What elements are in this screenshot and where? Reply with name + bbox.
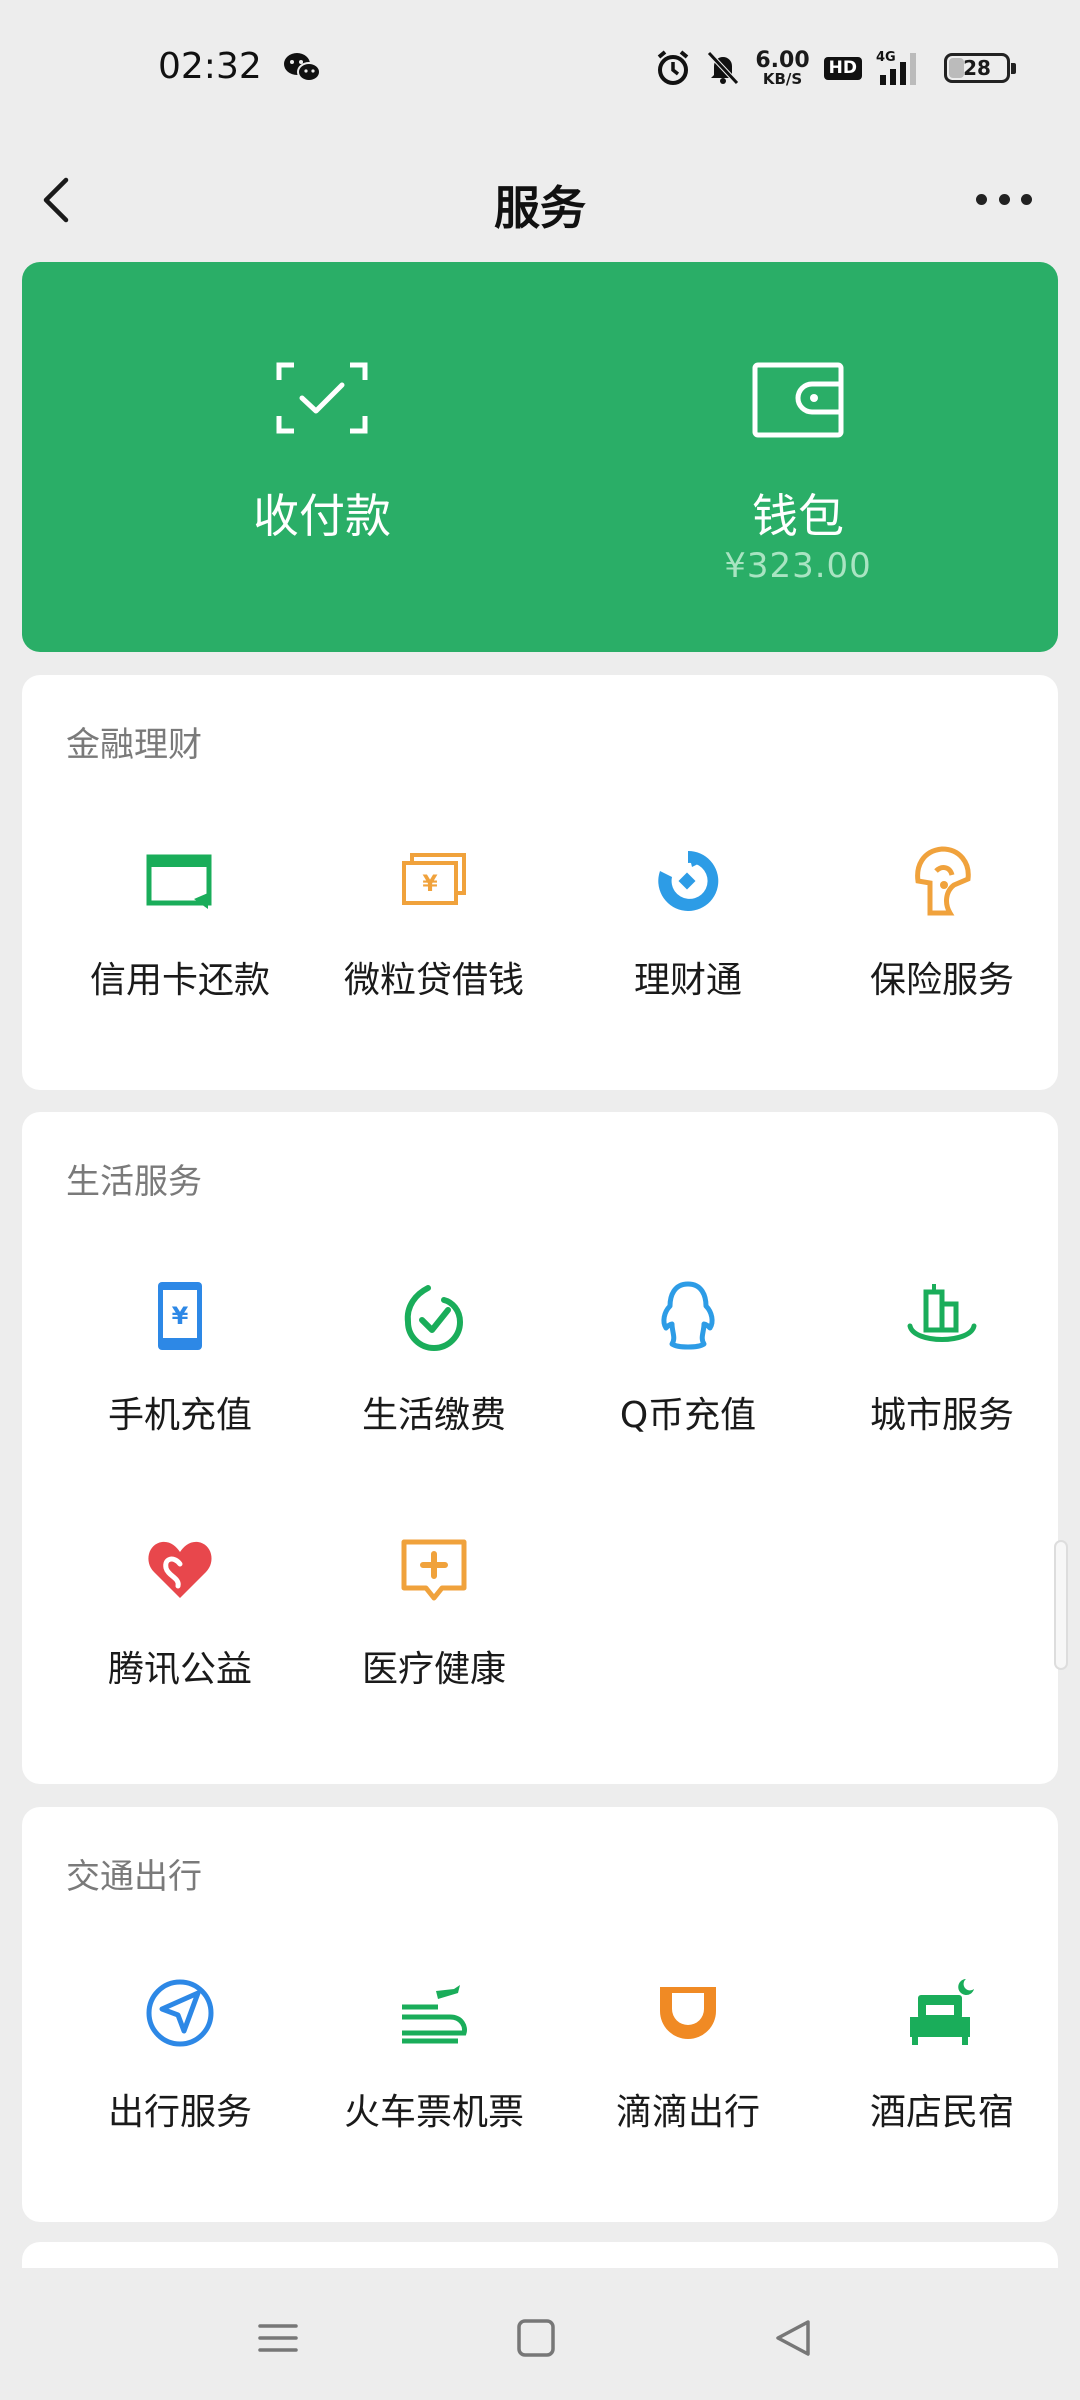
charity-heart-icon: [148, 1541, 212, 1598]
speed-value: 6.00: [755, 47, 810, 73]
city-service-item[interactable]: 城市服务: [815, 1280, 1069, 1450]
speed-unit: KB/S: [762, 69, 803, 88]
dot: [1021, 193, 1032, 205]
item-label: 手机充值: [107, 1395, 252, 1436]
svg-text:¥: ¥: [172, 1302, 189, 1330]
dot: [998, 193, 1010, 205]
receive-pay-label: 收付款: [253, 489, 391, 543]
qq-coin-icon: [661, 1281, 715, 1350]
item-label: 微粒贷借钱: [343, 960, 524, 1001]
city-service-icon: [907, 1284, 977, 1342]
life-section: 生活服务 ¥ 手机充值 生活缴费 Q币充值 城市服务 腾讯公益 医疗健康: [22, 1112, 1058, 1784]
travel-service-item[interactable]: 出行服务: [53, 1977, 307, 2147]
finance-section: 金融理财 信用卡还款 ¥ 微粒贷借钱 理财通 保险服务: [22, 675, 1058, 1090]
medical-icon: [401, 1539, 467, 1601]
item-label: 出行服务: [107, 2092, 252, 2133]
hotel-bed-icon: [910, 1979, 974, 2045]
item-label: 滴滴出行: [615, 2092, 760, 2133]
medical-health-item[interactable]: 医疗健康: [307, 1534, 561, 1704]
receive-pay-button[interactable]: 收付款: [172, 262, 472, 652]
item-label: 火车票机票: [343, 2092, 524, 2133]
mute-bell-icon: [707, 51, 740, 85]
train-plane-icon: [402, 1985, 467, 2044]
svg-text:¥: ¥: [422, 872, 438, 897]
network-type: 4G: [876, 50, 896, 65]
licaitong-item[interactable]: 理财通: [561, 845, 815, 1015]
back-triangle-icon[interactable]: [764, 2308, 824, 2368]
alarm-icon: [658, 50, 689, 85]
utility-payment-icon: [404, 1285, 464, 1351]
scrollbar[interactable]: [1054, 1540, 1068, 1670]
scan-check-icon: [276, 362, 368, 434]
network-speed: 6.00 KB/S: [755, 47, 810, 88]
item-label: 医疗健康: [361, 1649, 506, 1690]
credit-card-repay-item[interactable]: 信用卡还款: [53, 845, 307, 1015]
hotel-item[interactable]: 酒店民宿: [815, 1977, 1069, 2147]
credit-card-icon: [146, 854, 212, 909]
phone-recharge-icon: ¥: [158, 1282, 202, 1350]
wealth-icon: [658, 850, 719, 911]
wallet-balance: ¥323.00: [724, 546, 872, 586]
phone-recharge-item[interactable]: ¥ 手机充值: [53, 1280, 307, 1450]
travel-navigation-icon: [146, 1979, 214, 2047]
menu-icon[interactable]: [248, 2308, 308, 2368]
qq-coin-item[interactable]: Q币充值: [561, 1280, 815, 1450]
didi-icon: [660, 1987, 716, 2039]
insurance-icon: [915, 846, 971, 916]
item-label: 腾讯公益: [107, 1649, 252, 1690]
loan-icon: ¥: [402, 853, 466, 905]
item-label: 生活缴费: [361, 1395, 506, 1436]
status-time: 02:32: [158, 46, 262, 87]
insurance-item[interactable]: 保险服务: [815, 845, 1069, 1015]
dot: [976, 193, 987, 205]
wallet-icon: [752, 362, 844, 438]
item-label: 信用卡还款: [89, 960, 270, 1001]
hd-badge: HD: [823, 56, 862, 80]
utility-payment-item[interactable]: 生活缴费: [307, 1280, 561, 1450]
item-label: 酒店民宿: [869, 2092, 1014, 2133]
system-nav-bar: [0, 2268, 1080, 2400]
page-title: 服务: [494, 181, 586, 235]
battery-level: 28: [963, 56, 991, 80]
home-icon[interactable]: [506, 2308, 566, 2368]
battery-icon: 28: [944, 53, 1016, 83]
weilidai-loan-item[interactable]: ¥ 微粒贷借钱: [307, 845, 561, 1015]
item-label: Q币充值: [619, 1395, 757, 1436]
item-label: 城市服务: [869, 1395, 1014, 1436]
travel-section: 交通出行 出行服务 火车票机票 滴滴出行 酒店民宿: [22, 1807, 1058, 2222]
wechat-notification-icon: [284, 53, 321, 82]
item-label: 保险服务: [869, 960, 1014, 1001]
title-bar: 服务: [0, 140, 1080, 260]
signal-icon: 4G: [876, 50, 916, 85]
wallet-label: 钱包: [752, 489, 844, 543]
item-label: 理财通: [633, 960, 742, 1001]
status-icons: 6.00 KB/S HD 4G 28: [655, 46, 1016, 90]
didi-item[interactable]: 滴滴出行: [561, 1977, 815, 2147]
pay-card: 收付款 钱包 ¥323.00: [22, 262, 1058, 652]
status-bar: 02:32 6.00 KB/S HD 4G 28: [0, 0, 1080, 140]
more-options-button[interactable]: [964, 174, 1044, 224]
wallet-button[interactable]: 钱包 ¥323.00: [648, 262, 948, 652]
train-plane-ticket-item[interactable]: 火车票机票: [307, 1977, 561, 2147]
tencent-charity-item[interactable]: 腾讯公益: [53, 1534, 307, 1704]
